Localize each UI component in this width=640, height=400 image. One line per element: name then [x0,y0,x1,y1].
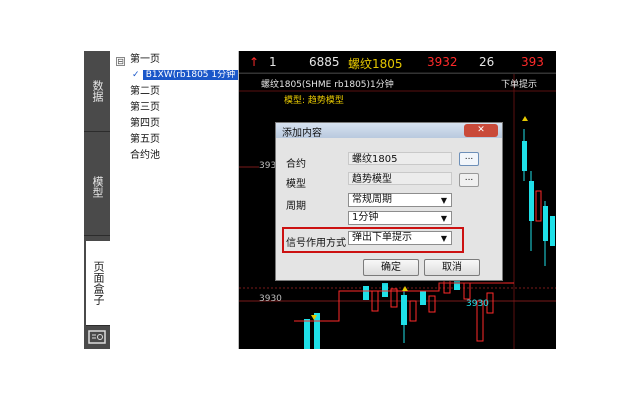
quote-volume: 1 [269,55,277,69]
tree-node-page4-label: 第四页 [130,118,160,129]
tree-node-page5-label: 第五页 [130,134,160,145]
quote-price: 3932 [427,55,458,69]
tree-node-page2-label: 第二页 [130,86,160,97]
panel-toggle-icon[interactable] [87,329,107,345]
page-tree: ⊟ 第一页 ✓ B1XW(rb1805 1分钟 第二页 第三页 第四页 第五页 … [110,51,239,349]
price-label: 3930 [466,299,489,309]
tab-page-box-label: 页面盒子 [92,261,105,305]
tab-model-label: 模型 [91,176,104,198]
model-field[interactable]: 趋势模型 [348,172,452,185]
tree-node-page2[interactable]: 第二页 [130,85,160,99]
tab-data-label: 数据 [91,80,104,102]
ok-button[interactable]: 确定 [363,259,419,276]
tree-node-page4[interactable]: 第四页 [130,117,160,131]
model-label: 模型: 趋势模型 [284,96,344,106]
tab-model[interactable]: 模型 [84,139,110,236]
tab-page-box[interactable]: 页面盒子 [86,241,110,326]
tree-node-chart[interactable]: ✓ B1XW(rb1805 1分钟 [132,68,239,82]
dialog-title: 添加内容 [282,128,322,139]
quote-open-interest: 6885 [309,55,340,69]
contract-browse-button[interactable]: ... [459,152,479,166]
tab-data[interactable]: 数据 [84,51,110,132]
tree-node-chart-label: B1XW(rb1805 1分钟 [142,70,239,80]
collapse-icon[interactable]: ⊟ [116,57,125,66]
order-hint-label[interactable]: 下单提示 [501,77,537,90]
chart-header-title: 螺纹1805(SHME rb1805)1分钟 [261,80,394,90]
price-label: 3930 [259,294,282,304]
contract-label: 合约 [286,159,306,170]
quote-bar: ↑ 1 6885 螺纹1805 3932 26 393 [239,51,556,74]
check-icon: ✓ [132,70,140,80]
period-label: 周期 [286,201,306,212]
model-field-label: 模型 [286,179,306,190]
tree-node-page1-label: 第一页 [130,54,160,65]
cancel-button[interactable]: 取消 [424,259,480,276]
tree-node-contract-pool-label: 合约池 [130,150,160,161]
model-browse-button[interactable]: ... [459,173,479,187]
quote-change: 26 [479,55,495,69]
signal-mode-highlight [282,227,464,253]
dropdown-arrow-icon: ▼ [440,196,447,205]
tree-node-contract-pool[interactable]: 合约池 [130,149,160,163]
close-icon[interactable]: ✕ [464,124,498,137]
dropdown-arrow-icon: ▼ [440,214,447,223]
period-type-select[interactable]: 常规周期 ▼ [348,193,452,207]
quote-contract-name: 螺纹1805 [348,57,403,71]
tree-node-page3[interactable]: 第三页 [130,101,160,115]
tree-node-page3-label: 第三页 [130,102,160,113]
contract-field[interactable]: 螺纹1805 [348,152,452,165]
period-value: 1分钟 [352,212,379,223]
vertical-tab-bar: 数据 模型 页面盒子 [84,51,110,349]
quote-last: 393 [521,55,544,69]
add-content-dialog: 添加内容 ✕ 合约 螺纹1805 ... 模型 趋势模型 ... 周期 常规周期… [275,122,503,281]
up-arrow-icon: ↑ [249,55,260,69]
period-select[interactable]: 1分钟 ▼ [348,211,452,225]
chart-header: 螺纹1805(SHME rb1805)1分钟 下单提示 [239,77,556,91]
dialog-title-bar[interactable]: 添加内容 ✕ [276,123,502,139]
tree-node-page5[interactable]: 第五页 [130,133,160,147]
period-type-value: 常规周期 [352,194,392,205]
